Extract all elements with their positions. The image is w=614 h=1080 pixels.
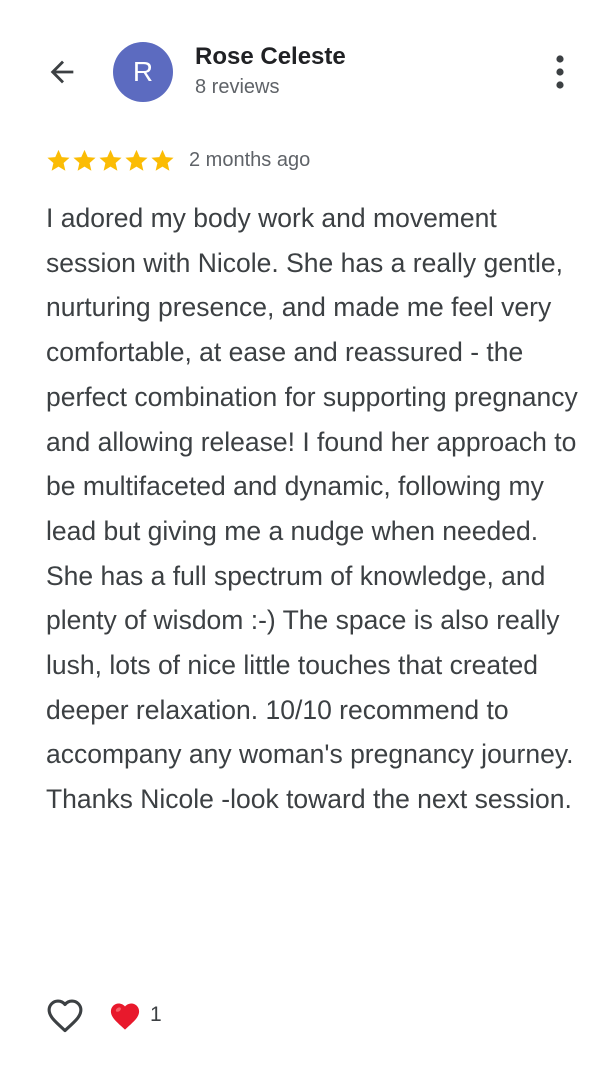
rating-row: 2 months ago <box>46 143 310 177</box>
star-rating <box>46 148 175 173</box>
star-icon <box>73 149 96 171</box>
like-button[interactable] <box>40 990 90 1040</box>
arrow-left-icon <box>50 60 74 84</box>
heart-outline-icon <box>47 999 83 1033</box>
more-vertical-icon <box>556 55 564 89</box>
avatar[interactable]: R <box>113 42 173 102</box>
star-icon <box>99 149 122 171</box>
review-time: 2 months ago <box>189 148 311 171</box>
avatar-initial: R <box>132 56 154 87</box>
back-button[interactable] <box>40 50 84 94</box>
star-icon <box>151 149 174 171</box>
red-heart-icon <box>110 1003 140 1030</box>
review-text: I adored my body work and movement sessi… <box>46 203 578 815</box>
star-icon <box>125 149 148 171</box>
reviewer-name[interactable]: Rose Celeste <box>195 43 346 71</box>
more-options-button[interactable] <box>538 50 582 94</box>
reaction-summary[interactable]: 1 <box>108 995 162 1035</box>
reaction-count: 1 <box>150 1003 162 1026</box>
star-icon <box>47 149 70 171</box>
reviewer-review-count: 8 reviews <box>195 76 280 98</box>
